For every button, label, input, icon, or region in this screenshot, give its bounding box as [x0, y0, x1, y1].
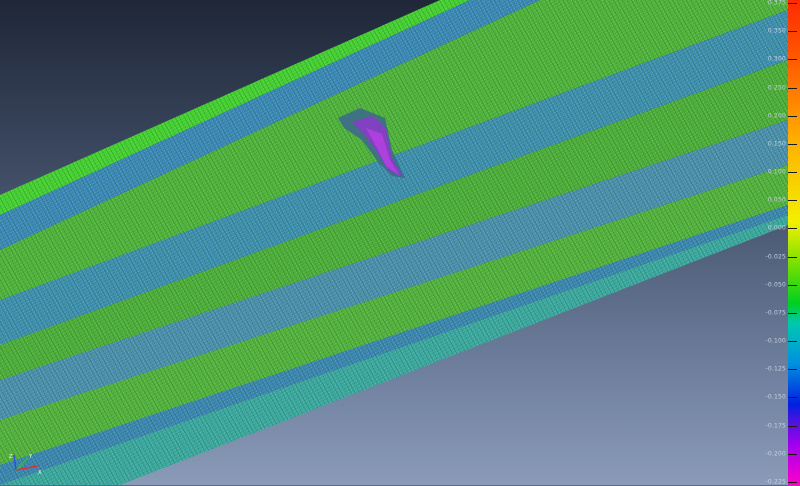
color-bar-label: -0.050 [765, 281, 786, 289]
color-bar-label: -0.200 [765, 450, 786, 458]
color-bar-tick [788, 200, 797, 202]
color-bar-tick [788, 115, 797, 117]
color-bar-tick [788, 341, 797, 343]
color-bar-tick [788, 31, 797, 33]
color-bar-label: -0.150 [765, 393, 786, 401]
color-bar-label: 0.000 [767, 224, 786, 232]
x-axis-label: X [38, 470, 42, 476]
deviation-color-bar [788, 0, 800, 485]
z-axis-label: Z [9, 454, 13, 460]
color-bar-label: 0.200 [767, 112, 786, 120]
color-bar-label: -0.125 [765, 365, 786, 373]
color-bar-tick [788, 397, 797, 399]
z-axis-line [13, 454, 17, 471]
color-bar-label: -0.075 [765, 309, 786, 317]
color-bar-label: -0.225 [765, 478, 786, 486]
3d-viewport[interactable]: 0.375 0.350 0.300 0.250 0.200 0.150 0.100 0.050… [0, 0, 800, 486]
axis-triad: X Y Z [9, 454, 42, 476]
color-bar-label: 0.050 [767, 196, 786, 204]
color-bar-label: -0.100 [765, 337, 786, 345]
color-bar-tick [788, 172, 797, 174]
y-axis-label: Y [28, 454, 33, 460]
color-bar-label: -0.025 [765, 253, 786, 261]
color-bar-label: 0.250 [767, 84, 786, 92]
color-bar-tick [788, 312, 797, 314]
color-bar-tick [788, 453, 797, 455]
color-bar-tick [788, 369, 797, 371]
color-bar-label: 0.150 [767, 140, 786, 148]
color-bar-tick [788, 228, 797, 230]
scan-texture-dots [0, 0, 788, 485]
color-bar-tick [788, 3, 797, 4]
color-bar-tick [788, 425, 797, 427]
color-bar-label: 0.375 [767, 0, 786, 7]
color-bar-tick [788, 482, 797, 483]
color-bar-tick [788, 284, 797, 286]
color-bar-tick [788, 59, 797, 61]
color-bar-label: 0.100 [767, 168, 786, 176]
point-cloud-scan[interactable] [0, 0, 800, 485]
color-bar-label: 0.300 [767, 55, 786, 63]
color-bar-label: -0.175 [765, 422, 786, 430]
color-bar-tick [788, 143, 797, 145]
color-bar-tick [788, 256, 797, 258]
color-bar-label: 0.350 [767, 27, 786, 35]
color-bar-tick [788, 87, 797, 89]
